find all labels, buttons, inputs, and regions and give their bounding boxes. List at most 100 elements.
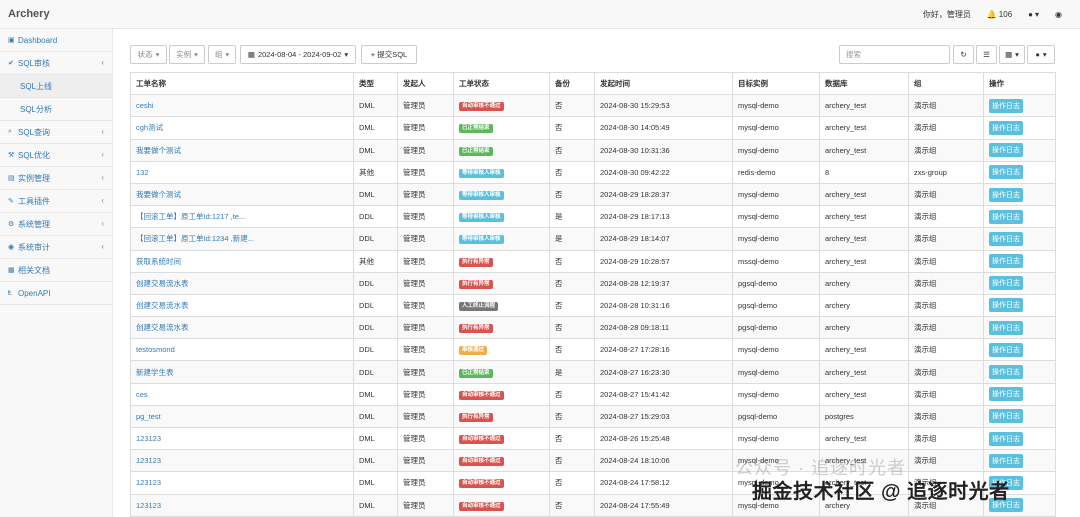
workflow-name-link[interactable]: cgh测试 [130,116,354,140]
table-row: 我要做个测试 DML 管理员 已正常结束 否 2024-08-30 10:31:36 mys… [130,138,1056,162]
operation-log-button[interactable]: 操作日志 [989,431,1023,446]
sidebar-item-sql-analysis[interactable]: SQL分析 [0,98,112,121]
sidebar-item-label: SQL优化 [18,150,51,160]
operation-log-button[interactable]: 操作日志 [989,387,1023,402]
type-cell: DDL [353,293,398,318]
backup-cell: 是 [549,227,595,251]
github-icon: ◉ [1055,10,1062,19]
database-cell: archery_test [819,382,909,406]
instance-cell: mysql-demo [732,94,820,118]
workflow-name-link[interactable]: 123123 [130,426,354,451]
column-header[interactable]: 组 [908,71,984,96]
workflow-name-link[interactable]: testosmond [130,338,354,362]
column-header[interactable]: 工单状态 [453,71,550,96]
columns-button[interactable]: ▦ ▾ [999,45,1025,64]
workflow-name-link[interactable]: 123123 [130,449,354,473]
sidebar-item-sql-optimize[interactable]: ⚒ SQL优化 ‹ [0,144,112,167]
workflow-name-link[interactable]: 123123 [130,493,354,517]
instance-filter-dropdown[interactable]: 实例 ▾ [169,45,205,64]
sidebar-item-system[interactable]: ⚙ 系统管理 ‹ [0,213,112,236]
sidebar-item-docs[interactable]: ▦ 相关文档 [0,259,112,282]
github-link[interactable]: ◉ [1055,10,1062,19]
column-header[interactable]: 备份 [549,71,595,96]
operation-log-button[interactable]: 操作日志 [989,143,1023,158]
workflow-name-link[interactable]: 123123 [130,471,354,495]
user-cell: 管理员 [397,116,454,140]
sidebar-item-dashboard[interactable]: ▣ Dashboard [0,29,112,52]
operation-log-button[interactable]: 操作日志 [989,342,1023,357]
column-header[interactable]: 操作 [983,71,1056,96]
sidebar-item-audit[interactable]: ◉ 系统审计 ‹ [0,236,112,259]
instance-cell: mysql-demo [732,426,820,451]
refresh-button[interactable]: ↻ [953,45,974,64]
toggle-view-button[interactable]: ☰ [976,45,997,64]
column-header[interactable]: 数据库 [819,71,909,96]
workflow-name-link[interactable]: 创建交易流水表 [130,316,354,340]
time-cell: 2024-08-30 10:31:36 [594,138,733,162]
sidebar-item-instances[interactable]: ▤ 实例管理 ‹ [0,167,112,190]
status-badge: 等待审核人审核 [459,213,504,223]
workflow-name-link[interactable]: 创建交易流水表 [130,271,354,295]
operation-log-button[interactable]: 操作日志 [989,209,1023,224]
status-cell: 自动审核不通过 [453,382,550,406]
status-badge: 自动审核不通过 [459,457,504,467]
operation-log-button[interactable]: 操作日志 [989,231,1023,246]
notifications-button[interactable]: 🔔 106 [987,10,1012,19]
workflow-name-link[interactable]: 创建交易流水表 [130,293,354,318]
status-filter-dropdown[interactable]: 状态 ▾ [130,45,167,64]
operation-log-button[interactable]: 操作日志 [989,187,1023,202]
column-header[interactable]: 类型 [353,71,398,96]
time-cell: 2024-08-27 17:28:16 [594,338,733,362]
workflow-name-link[interactable]: 【回滚工单】原工单Id:1217 ,te... [130,205,354,229]
operation-log-button[interactable]: 操作日志 [989,98,1023,113]
column-header[interactable]: 发起人 [397,71,454,96]
sidebar-item-label: 系统审计 [18,242,50,252]
workflow-name-link[interactable]: 我要做个测试 [130,182,354,207]
operation-log-button[interactable]: 操作日志 [989,409,1023,424]
date-range-picker[interactable]: ▦ 2024-08-04 - 2024-09-02 ▾ [240,45,356,64]
workflow-name-link[interactable]: 【回滚工单】原工单Id:1234 ,新建... [130,227,354,251]
operation-log-button[interactable]: 操作日志 [989,453,1023,468]
workflow-name-link[interactable]: pg_test [130,404,354,429]
column-header[interactable]: 工单名称 [130,71,354,96]
operation-log-button[interactable]: 操作日志 [989,365,1023,380]
submit-sql-button[interactable]: + 提交SQL [361,45,417,64]
export-button[interactable]: ● ▾ [1027,45,1055,64]
table-row: 123123 DML 管理员 自动审核不通过否 2024-08-24 18:10:06 m… [130,449,1056,473]
operation-log-button[interactable]: 操作日志 [989,298,1023,313]
refresh-icon: ↻ [960,50,967,59]
search-input[interactable]: 搜索 [839,45,950,64]
workflow-name-link[interactable]: 我要做个测试 [130,138,354,162]
sidebar-item-tools[interactable]: ✎ 工具插件 ‹ [0,190,112,213]
sidebar-item-openapi[interactable]: Ⱡ OpenAPI [0,282,112,305]
brand-logo[interactable]: Archery [8,8,50,20]
user-cell: 管理员 [397,94,454,118]
type-cell: 其他 [353,160,398,184]
user-menu-button[interactable]: ● ▾ [1028,10,1039,19]
workflow-name-link[interactable]: ceshi [130,94,354,118]
operation-log-button[interactable]: 操作日志 [989,165,1023,180]
column-header[interactable]: 发起时间 [594,71,733,96]
backup-cell: 否 [549,94,595,118]
instance-cell: mysql-demo [732,382,820,406]
table-row: 创建交易流水表 DDL 管理员 人工终止流程 否 2024-08-28 10:31:16 p… [130,293,1056,318]
workflow-name-link[interactable]: ces [130,382,354,406]
operation-log-button[interactable]: 操作日志 [989,320,1023,335]
sidebar-item-sql-review[interactable]: ✔ SQL审核 ‹ [0,52,112,75]
group-filter-dropdown[interactable]: 组 ▾ [208,45,236,64]
column-header[interactable]: 目标实例 [732,71,820,96]
sidebar-item-sql-online[interactable]: SQL上线 [0,75,112,98]
operation-log-button[interactable]: 操作日志 [989,254,1023,269]
type-cell: DML [353,116,398,140]
sidebar-item-sql-query[interactable]: ⌕ SQL查询 ‹ [0,121,112,144]
action-cell: 操作日志 [983,116,1056,140]
table-row: 创建交易流水表 DDL 管理员 执行有异常 否 2024-08-28 09:18:11 pg… [130,316,1056,340]
operation-log-button[interactable]: 操作日志 [989,120,1023,135]
status-badge: 执行有异常 [459,257,493,267]
workflow-name-link[interactable]: 获取系统时间 [130,249,354,273]
workflow-name-link[interactable]: 新建学生表 [130,360,354,384]
group-cell: 演示组 [908,316,984,340]
operation-log-button[interactable]: 操作日志 [989,276,1023,291]
instance-cell: pgsql-demo [732,316,820,340]
workflow-name-link[interactable]: 132 [130,160,354,184]
